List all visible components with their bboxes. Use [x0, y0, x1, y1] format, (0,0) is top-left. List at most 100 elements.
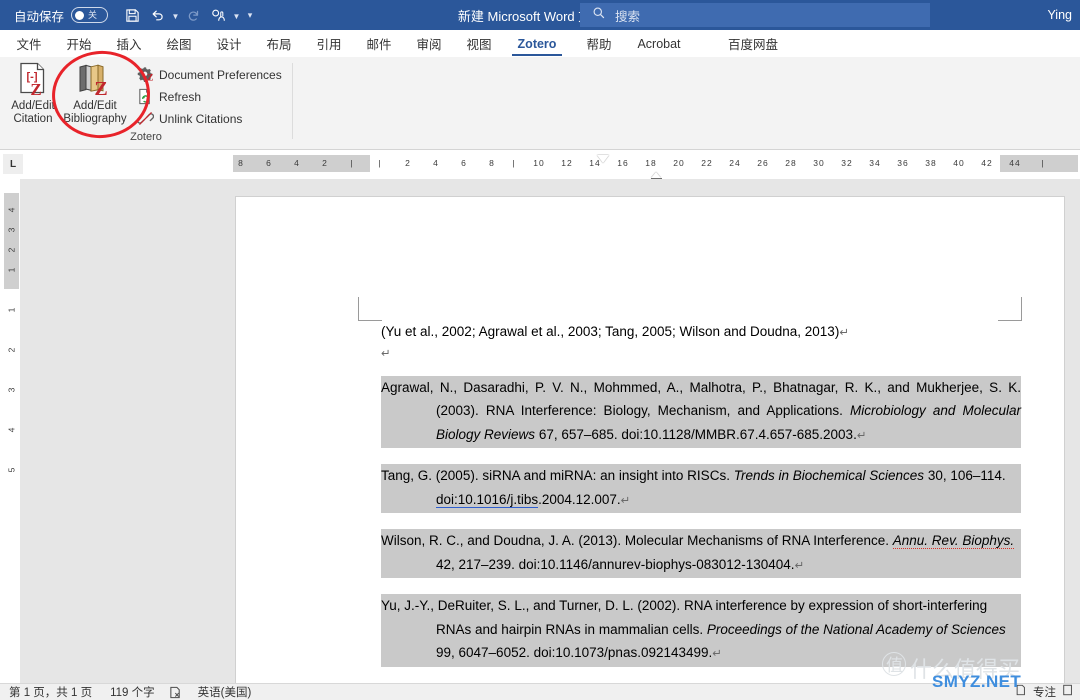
tab-insert[interactable]: 插入 — [110, 30, 148, 57]
status-right-controls: 专注 — [1015, 683, 1074, 700]
document-preferences-label: Document Preferences — [159, 67, 282, 82]
tab-mailings[interactable]: 邮件 — [360, 30, 398, 57]
bib-journal: Proceedings of the National Academy of S… — [706, 621, 1006, 637]
bib-authors: Tang, G. — [381, 468, 433, 483]
paragraph-mark: ↵ — [794, 559, 805, 572]
paragraph-empty[interactable]: ↵ — [381, 343, 1021, 362]
focus-mode-icon[interactable] — [1015, 683, 1027, 700]
unlink-citations-icon — [137, 110, 154, 127]
unlink-citations-button[interactable]: Unlink Citations — [137, 108, 242, 129]
first-line-indent-marker[interactable] — [597, 155, 609, 163]
autosave-label: 自动保存 — [14, 9, 65, 24]
bibliography-field[interactable]: Agrawal, N., Dasaradhi, P. V. N., Mohmme… — [381, 375, 1021, 667]
margin-mark-top-left — [358, 297, 382, 321]
title-bar: 自动保存 关 ▼ ▼ ▾ 新建 Microsoft Word 文... 搜索 Y… — [0, 0, 1080, 30]
paragraph-citation[interactable]: (Yu et al., 2002; Agrawal et al., 2003; … — [381, 322, 1021, 343]
search-placeholder: 搜索 — [615, 9, 641, 24]
save-icon[interactable] — [120, 3, 145, 27]
tab-view[interactable]: 视图 — [460, 30, 498, 57]
tab-stop-selector[interactable]: L — [3, 154, 23, 174]
bibliography-entry[interactable]: Wilson, R. C., and Doudna, J. A. (2013).… — [381, 529, 1021, 578]
paragraph-mark: ↵ — [620, 494, 631, 507]
refresh-button[interactable]: Refresh — [137, 86, 201, 107]
tab-help[interactable]: 帮助 — [580, 30, 618, 57]
svg-text:Z: Z — [94, 78, 107, 98]
document-canvas[interactable]: (Yu et al., 2002; Agrawal et al., 2003; … — [20, 179, 1080, 683]
tab-layout[interactable]: 布局 — [260, 30, 298, 57]
status-page-info[interactable]: 第 1 页，共 1 页 — [9, 684, 92, 700]
tab-acrobat[interactable]: Acrobat — [630, 30, 688, 57]
svg-text:Z: Z — [30, 80, 41, 98]
bibliography-entry[interactable]: Yu, J.-Y., DeRuiter, S. L., and Turner, … — [381, 594, 1021, 667]
search-icon — [592, 6, 606, 25]
svg-text:Z: Z — [147, 74, 153, 83]
paragraph-mark: ↵ — [381, 348, 391, 360]
word-application-window: 自动保存 关 ▼ ▼ ▾ 新建 Microsoft Word 文... 搜索 Y… — [0, 0, 1080, 700]
undo-icon[interactable] — [145, 3, 170, 27]
bib-doi-link[interactable]: doi:10.1016/j.tibs — [436, 491, 539, 508]
tab-home[interactable]: 开始 — [60, 30, 98, 57]
bib-doi-rest: .2004.12.007. — [538, 491, 621, 507]
add-edit-bibliography-label: Add/Edit Bibliography — [63, 100, 127, 125]
add-edit-bibliography-button[interactable]: Z Add/Edit Bibliography — [62, 60, 128, 126]
add-edit-citation-label: Add/Edit Citation — [11, 100, 55, 125]
tab-references[interactable]: 引用 — [310, 30, 348, 57]
add-edit-bibliography-icon: Z — [75, 60, 115, 98]
paragraph-mark: ↵ — [712, 648, 722, 660]
citation-field-text: (Yu et al., 2002; Agrawal et al., 2003; … — [381, 324, 840, 339]
status-bar: 第 1 页，共 1 页 119 个字 英语(美国) 专注 — [0, 683, 1080, 700]
document-body[interactable]: (Yu et al., 2002; Agrawal et al., 2003; … — [381, 322, 1021, 683]
user-account-name[interactable]: Ying — [1047, 0, 1072, 30]
undo-dropdown-icon[interactable]: ▼ — [170, 3, 181, 27]
vertical-ruler[interactable]: 4 3 2 1 1 2 3 4 5 — [4, 193, 19, 677]
bib-journal: Trends in Biochemical Sciences — [733, 468, 925, 483]
horizontal-ruler[interactable]: 8 6 4 2 | | 2 4 6 8 | 10 12 14 16 18 20 … — [233, 155, 1078, 183]
bib-year: (2005). — [435, 468, 479, 483]
bib-volume-pages: 99, 6047–6052. — [436, 645, 530, 660]
redo-icon — [181, 3, 206, 27]
autosave-state-label: 关 — [88, 9, 98, 20]
bib-year: (2003). — [436, 403, 479, 418]
status-word-count[interactable]: 119 个字 — [110, 684, 155, 700]
ribbon-zotero: [-] Z Add/Edit Citation Z Add/Edit Bibli… — [0, 57, 1080, 150]
ruler-tick-labels: 8 6 4 2 | | 2 4 6 8 | 10 12 14 16 18 20 … — [238, 158, 1045, 168]
tab-baidu-netdisk[interactable]: 百度网盘 — [722, 30, 784, 57]
add-edit-citation-button[interactable]: [-] Z Add/Edit Citation — [0, 60, 66, 126]
autosave-toggle-knob — [75, 10, 85, 20]
add-edit-citation-icon: [-] Z — [16, 60, 50, 98]
document-preferences-icon: Z — [137, 66, 154, 83]
bib-year: (2002). — [637, 598, 681, 613]
paragraph-mark: ↵ — [856, 429, 867, 442]
bibliography-entry[interactable]: Tang, G. (2005). siRNA and miRNA: an ins… — [381, 464, 1021, 513]
document-preferences-button[interactable]: Z Document Preferences — [137, 64, 282, 85]
tab-review[interactable]: 审阅 — [410, 30, 448, 57]
status-language[interactable]: 英语(美国) — [198, 684, 252, 700]
autosave-control[interactable]: 自动保存 关 — [14, 6, 109, 25]
search-box[interactable]: 搜索 — [580, 3, 930, 27]
customize-quick-access-toolbar-icon[interactable]: ▾ — [242, 3, 258, 27]
tab-design[interactable]: 设计 — [210, 30, 248, 57]
margin-mark-top-right — [998, 297, 1022, 321]
proofing-errors-icon[interactable] — [169, 686, 182, 699]
bib-title: RNA Interference: Biology, Mechanism, an… — [485, 403, 843, 418]
document-page[interactable]: (Yu et al., 2002; Agrawal et al., 2003; … — [235, 196, 1065, 683]
bib-volume-pages: 42, 217–239. — [436, 556, 515, 572]
bib-title: Molecular Mechanisms of RNA Interference… — [624, 533, 890, 548]
focus-mode-label[interactable]: 专注 — [1033, 684, 1056, 700]
refresh-icon — [137, 88, 154, 105]
touch-mode-dropdown-icon[interactable]: ▼ — [231, 3, 242, 27]
bib-authors: Agrawal, N., Dasaradhi, P. V. N., Mohmme… — [381, 379, 1021, 395]
tab-draw[interactable]: 绘图 — [160, 30, 198, 57]
tab-zotero[interactable]: Zotero — [512, 30, 562, 57]
bibliography-entry[interactable]: Agrawal, N., Dasaradhi, P. V. N., Mohmme… — [381, 375, 1021, 448]
bib-volume-pages: 30, 106–114. — [927, 468, 1006, 483]
bib-doi: doi:10.1073/pnas.092143499. — [533, 645, 713, 660]
autosave-toggle[interactable]: 关 — [71, 7, 109, 23]
bib-authors: Wilson, R. C., and Doudna, J. A. — [381, 533, 575, 548]
print-layout-view-icon[interactable] — [1062, 683, 1074, 700]
touch-mode-icon[interactable] — [206, 3, 231, 27]
ribbon-group-separator — [292, 63, 293, 139]
bib-year: (2013). — [578, 533, 622, 548]
bib-journal: Annu. Rev. Biophys. — [892, 533, 1015, 549]
tab-file[interactable]: 文件 — [10, 30, 48, 57]
